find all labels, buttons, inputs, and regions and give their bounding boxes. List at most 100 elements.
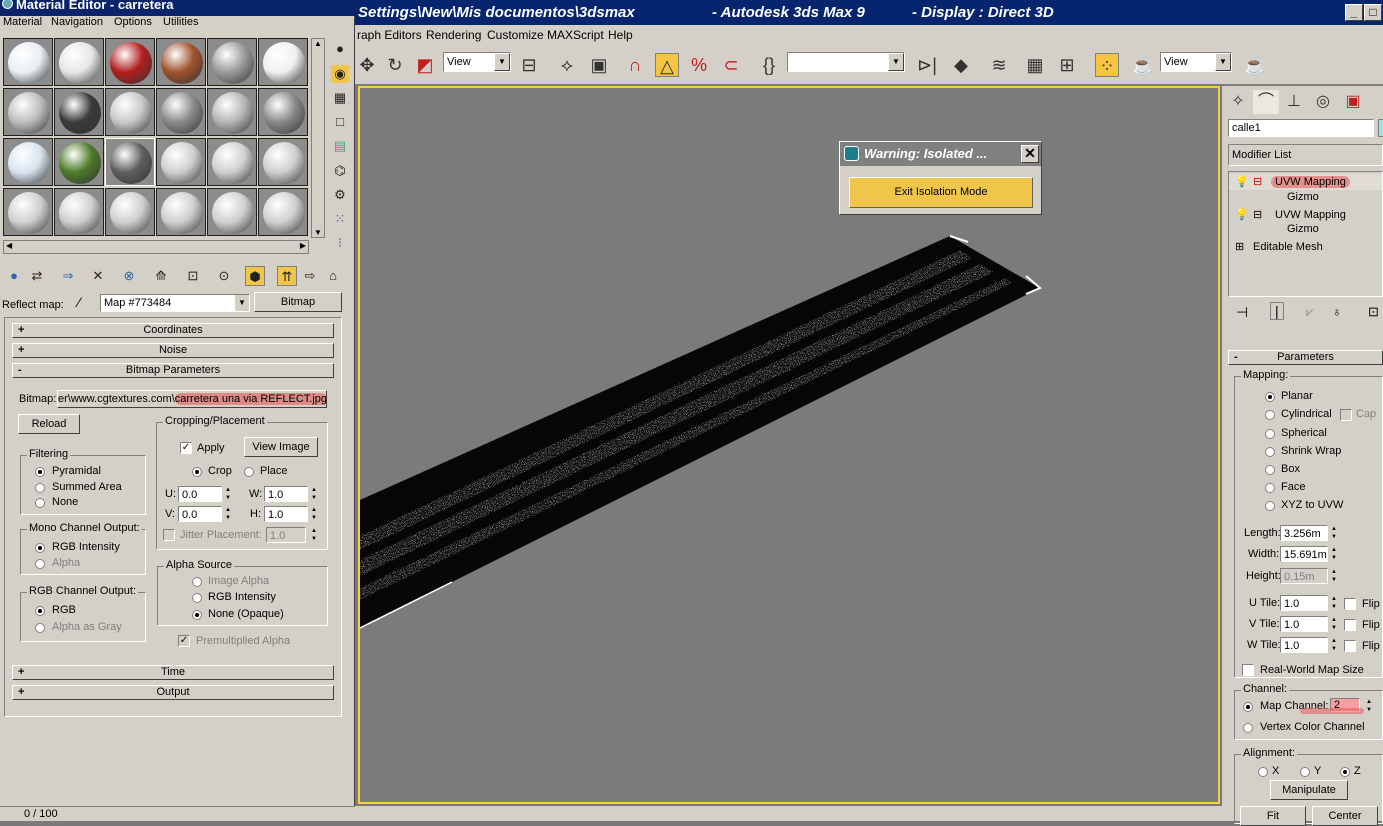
mono-rgb-intensity-radio[interactable] [35, 543, 45, 553]
u-flip-checkbox[interactable] [1344, 598, 1356, 610]
put-to-scene-icon[interactable]: ⇄ [27, 266, 47, 286]
time-slider[interactable]: 0 / 100 [0, 806, 355, 821]
material-editor-icon[interactable]: ⁘ [1095, 53, 1119, 77]
pin-stack-icon[interactable]: ⊣ [1236, 304, 1248, 321]
spherical-radio[interactable] [1265, 429, 1275, 439]
alpha-as-gray-radio[interactable] [35, 623, 45, 633]
render-scene-icon[interactable]: ☕ [1131, 53, 1155, 77]
put-to-library-icon[interactable]: ⟰ [151, 266, 171, 286]
select-manipulate-icon[interactable]: ⟡ [555, 53, 579, 77]
material-slot[interactable] [3, 88, 53, 136]
rgb-radio[interactable] [35, 606, 45, 616]
bitmap-parameters-rollout[interactable]: - Bitmap Parameters [12, 363, 334, 378]
display-tab-icon[interactable]: ▣ [1340, 90, 1366, 114]
menu-utilities[interactable]: Utilities [163, 16, 198, 28]
hierarchy-tab-icon[interactable]: ⊥ [1281, 90, 1307, 114]
show-map-icon[interactable]: ⊙ [214, 266, 234, 286]
place-radio[interactable] [244, 467, 254, 477]
filter-none-radio[interactable] [35, 498, 45, 508]
perspective-viewport[interactable] [358, 86, 1220, 804]
mono-alpha-radio[interactable] [35, 559, 45, 569]
edit-named-selection-icon[interactable]: {} [757, 53, 781, 77]
jitter-spinner[interactable]: ▲ ▼ [309, 527, 319, 543]
alpha-none-radio[interactable] [192, 610, 202, 620]
layer-manager-icon[interactable]: ≋ [987, 53, 1011, 77]
show-end-result-icon[interactable]: | [1270, 302, 1284, 320]
assign-to-selection-icon[interactable]: ⇒ [58, 266, 78, 286]
material-slot[interactable] [156, 138, 206, 186]
align-y-radio[interactable] [1300, 767, 1310, 777]
crop-w-spinner[interactable]: ▲ ▼ [309, 486, 319, 502]
exit-isolation-button[interactable]: Exit Isolation Mode [849, 177, 1033, 208]
remove-modifier-icon[interactable]: ♁ [1332, 304, 1342, 319]
premultiplied-checkbox[interactable]: ✓ [178, 635, 190, 647]
menu-navigation[interactable]: Navigation [51, 16, 103, 28]
material-slot[interactable] [54, 188, 104, 236]
u-tile-spinner[interactable]: ▲ ▼ [1329, 595, 1339, 611]
expand-icon[interactable]: ⊞ [1235, 240, 1244, 253]
align-icon[interactable]: ◆ [949, 53, 973, 77]
time-rollout[interactable]: + Time [12, 665, 334, 680]
pivot-center-icon[interactable]: ⊟ [517, 53, 541, 77]
percent-snap-icon[interactable]: % [687, 53, 711, 77]
modify-tab-icon[interactable]: ⌒ [1253, 90, 1279, 114]
material-slot[interactable] [207, 88, 257, 136]
restore-button[interactable]: □ [1364, 4, 1382, 21]
stack-item-uvw-mapping-1[interactable]: 💡 ⊟ UVW Mapping [1229, 174, 1382, 190]
fit-button[interactable]: Fit [1240, 806, 1306, 826]
crop-h-field[interactable]: 1.0 [264, 506, 308, 522]
map-name-field[interactable]: Map #773484 ▼ [100, 294, 250, 312]
curve-editor-icon[interactable]: ▦ [1023, 53, 1047, 77]
center-button[interactable]: Center [1312, 806, 1378, 826]
material-effects-icon[interactable]: ⊡ [183, 266, 203, 286]
menu-help[interactable]: Help [608, 28, 633, 42]
make-preview-icon[interactable]: ⌬ [331, 162, 349, 180]
box-radio[interactable] [1265, 465, 1275, 475]
schematic-view-icon[interactable]: ⊞ [1055, 53, 1079, 77]
parameters-rollout[interactable]: - Parameters [1228, 350, 1383, 365]
material-slot[interactable] [207, 138, 257, 186]
bitmap-path-button[interactable]: er\www.cgtextures.com\carretera una via … [57, 390, 327, 408]
spinner-snap-icon[interactable]: ⊂ [719, 53, 743, 77]
make-unique-icon[interactable]: ⊗ [119, 266, 139, 286]
cylindrical-radio[interactable] [1265, 410, 1275, 420]
pick-material-icon[interactable]: ⁄ [78, 294, 80, 310]
make-unique-icon[interactable]: ⩗ [1306, 304, 1313, 320]
w-tile-field[interactable]: 1.0 [1280, 637, 1328, 653]
show-end-result-icon[interactable]: ⬢ [245, 266, 265, 286]
stack-item-uvw-mapping-2[interactable]: 💡 ⊟ UVW Mapping [1229, 207, 1382, 223]
scroll-down-icon[interactable]: ▼ [314, 228, 322, 237]
vertex-color-radio[interactable] [1243, 723, 1253, 733]
material-slot[interactable] [105, 88, 155, 136]
reload-button[interactable]: Reload [18, 414, 80, 434]
modifier-list-dropdown[interactable]: Modifier List [1228, 144, 1383, 166]
cap-checkbox[interactable] [1340, 409, 1352, 421]
map-channel-spinner[interactable]: ▲ ▼ [1364, 698, 1374, 714]
scroll-right-icon[interactable]: ▶ [300, 241, 306, 250]
material-slot[interactable] [105, 138, 155, 186]
material-slot[interactable] [3, 188, 53, 236]
crop-u-field[interactable]: 0.0 [178, 486, 222, 502]
crop-h-spinner[interactable]: ▲ ▼ [309, 506, 319, 522]
material-slot[interactable] [3, 38, 53, 86]
view-image-button[interactable]: View Image [244, 437, 318, 457]
length-field[interactable]: 3.256m [1280, 525, 1328, 541]
align-x-radio[interactable] [1258, 767, 1268, 777]
collapse-icon[interactable]: ⊟ [1253, 175, 1262, 188]
width-field[interactable]: 15.691m [1280, 546, 1328, 562]
material-slot[interactable] [54, 38, 104, 86]
scroll-left-icon[interactable]: ◀ [6, 241, 12, 250]
create-tab-icon[interactable]: ✧ [1225, 90, 1251, 114]
length-spinner[interactable]: ▲ ▼ [1329, 525, 1339, 541]
material-slot[interactable] [105, 38, 155, 86]
map-channel-radio[interactable] [1243, 702, 1253, 712]
backlight-icon[interactable]: ◉ [331, 65, 349, 83]
material-slot[interactable] [258, 88, 308, 136]
height-spinner[interactable]: ▲ ▼ [1329, 568, 1339, 584]
keyboard-shortcut-icon[interactable]: ▣ [587, 53, 611, 77]
u-tile-field[interactable]: 1.0 [1280, 595, 1328, 611]
material-slot[interactable] [207, 38, 257, 86]
uv-tiling-icon[interactable]: □ [331, 113, 349, 131]
stack-gizmo-1[interactable]: Gizmo [1287, 191, 1319, 203]
crop-u-spinner[interactable]: ▲ ▼ [223, 486, 233, 502]
